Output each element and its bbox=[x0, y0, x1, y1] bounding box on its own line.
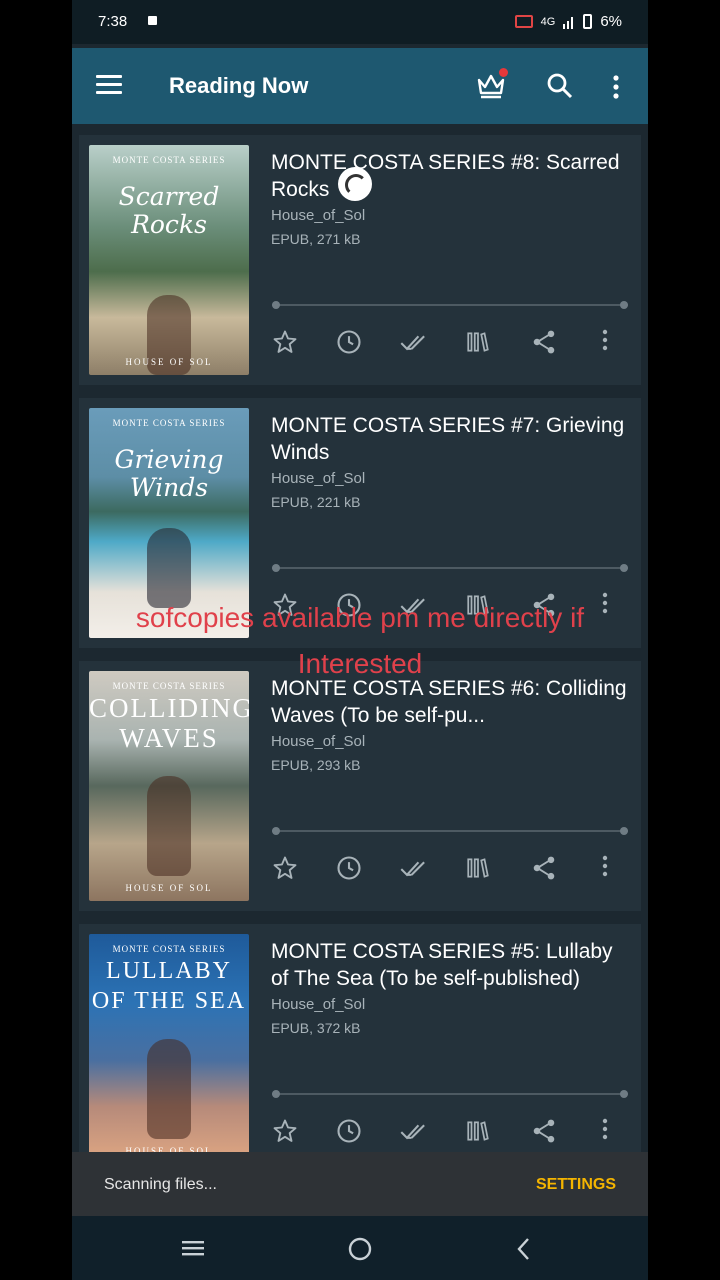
recents-icon[interactable] bbox=[180, 1236, 206, 1265]
mark-read-icon[interactable] bbox=[399, 854, 429, 884]
book-author: House_of_Sol bbox=[271, 470, 366, 487]
settings-button[interactable]: SETTINGS bbox=[536, 1176, 616, 1194]
notification-dot bbox=[499, 68, 508, 77]
cover-title: LULLABY OF THE SEA bbox=[91, 958, 247, 1014]
library-icon[interactable] bbox=[465, 328, 495, 358]
reading-progress[interactable] bbox=[272, 301, 628, 309]
cover-publisher: HOUSE OF SOL bbox=[125, 883, 213, 893]
cover-figure bbox=[147, 528, 191, 608]
library-icon[interactable] bbox=[465, 1117, 495, 1147]
network-label: 4G bbox=[540, 15, 556, 28]
cover-title: COLLIDING WAVES bbox=[89, 693, 249, 753]
book-meta: EPUB, 221 kB bbox=[271, 494, 361, 510]
book-actions bbox=[271, 328, 631, 358]
app-bar: Reading Now bbox=[72, 48, 648, 124]
book-author: House_of_Sol bbox=[271, 996, 366, 1013]
cover-figure bbox=[147, 776, 191, 876]
battery-icon bbox=[583, 14, 593, 29]
share-icon[interactable] bbox=[530, 1117, 560, 1147]
share-icon[interactable] bbox=[530, 328, 560, 358]
status-bar: 7:38 4G 6% bbox=[72, 0, 648, 44]
book-title: MONTE COSTA SERIES #7: Grieving Winds bbox=[271, 414, 625, 464]
battery-percent: 6% bbox=[600, 13, 622, 30]
book-author: House_of_Sol bbox=[271, 733, 366, 750]
book-card[interactable]: MONTE COSTA SERIES LULLABY OF THE SEA HO… bbox=[79, 924, 641, 1154]
share-icon[interactable] bbox=[530, 854, 560, 884]
library-icon[interactable] bbox=[465, 854, 495, 884]
more-vert-icon[interactable] bbox=[612, 75, 620, 104]
reading-progress[interactable] bbox=[272, 564, 628, 572]
book-card[interactable]: MONTE COSTA SERIES COLLIDING WAVES HOUSE… bbox=[79, 661, 641, 911]
reading-progress[interactable] bbox=[272, 1090, 628, 1098]
cover-series: MONTE COSTA SERIES bbox=[112, 944, 226, 954]
history-icon[interactable] bbox=[335, 854, 365, 884]
page-title: Reading Now bbox=[169, 73, 309, 98]
book-actions bbox=[271, 1117, 631, 1147]
star-icon[interactable] bbox=[271, 1117, 301, 1147]
cover-figure bbox=[147, 1039, 191, 1139]
cover-series: MONTE COSTA SERIES bbox=[112, 418, 226, 428]
book-meta: EPUB, 372 kB bbox=[271, 1020, 361, 1036]
reading-progress[interactable] bbox=[272, 827, 628, 835]
snackbar: Scanning files... SETTINGS bbox=[72, 1152, 648, 1216]
camera-icon bbox=[148, 16, 157, 25]
book-cover[interactable]: MONTE COSTA SERIES LULLABY OF THE SEA HO… bbox=[89, 934, 249, 1154]
system-nav-bar bbox=[72, 1216, 648, 1280]
cover-publisher: HOUSE OF SOL bbox=[125, 357, 213, 367]
book-list[interactable]: MONTE COSTA SERIES Scarred Rocks HOUSE O… bbox=[72, 124, 648, 1154]
signal-icon bbox=[563, 16, 574, 29]
cover-series: MONTE COSTA SERIES bbox=[112, 681, 226, 691]
more-vert-icon[interactable] bbox=[601, 328, 631, 358]
book-meta: EPUB, 293 kB bbox=[271, 757, 361, 773]
overlay-text-line2: Interested bbox=[297, 648, 423, 679]
star-icon[interactable] bbox=[271, 328, 301, 358]
status-right: 4G 6% bbox=[514, 13, 622, 30]
home-icon[interactable] bbox=[347, 1236, 373, 1267]
cover-title: Scarred Rocks bbox=[118, 182, 220, 239]
book-title: MONTE COSTA SERIES #8: Scarred Rocks bbox=[271, 151, 620, 201]
phone-screen: 7:38 4G 6% Reading Now MONTE COSTA SERIE… bbox=[72, 0, 648, 1280]
book-meta: EPUB, 271 kB bbox=[271, 231, 361, 247]
mark-read-icon[interactable] bbox=[399, 328, 429, 358]
star-icon[interactable] bbox=[271, 854, 301, 884]
status-time: 7:38 bbox=[98, 13, 128, 30]
overlay-text-line1: sofcopies available pm me directly if bbox=[135, 602, 585, 633]
cover-title: Grieving Winds bbox=[114, 445, 224, 502]
loading-spinner bbox=[338, 167, 372, 201]
book-cover[interactable]: MONTE COSTA SERIES Scarred Rocks HOUSE O… bbox=[89, 145, 249, 375]
book-title: MONTE COSTA SERIES #5: Lullaby of The Se… bbox=[271, 940, 613, 990]
snackbar-message: Scanning files... bbox=[104, 1176, 217, 1193]
crown-icon[interactable] bbox=[476, 68, 508, 104]
book-actions bbox=[271, 854, 631, 884]
history-icon[interactable] bbox=[335, 328, 365, 358]
cover-series: MONTE COSTA SERIES bbox=[112, 155, 226, 165]
search-icon[interactable] bbox=[546, 72, 574, 105]
book-title: MONTE COSTA SERIES #6: Colliding Waves (… bbox=[271, 677, 627, 727]
more-vert-icon[interactable] bbox=[601, 854, 631, 884]
more-vert-icon[interactable] bbox=[601, 1117, 631, 1147]
history-icon[interactable] bbox=[335, 1117, 365, 1147]
book-cover[interactable]: MONTE COSTA SERIES COLLIDING WAVES HOUSE… bbox=[89, 671, 249, 901]
back-icon[interactable] bbox=[514, 1236, 534, 1267]
book-author: House_of_Sol bbox=[271, 207, 366, 224]
mark-read-icon[interactable] bbox=[399, 1117, 429, 1147]
cast-icon bbox=[514, 15, 533, 28]
menu-icon[interactable] bbox=[96, 75, 122, 95]
